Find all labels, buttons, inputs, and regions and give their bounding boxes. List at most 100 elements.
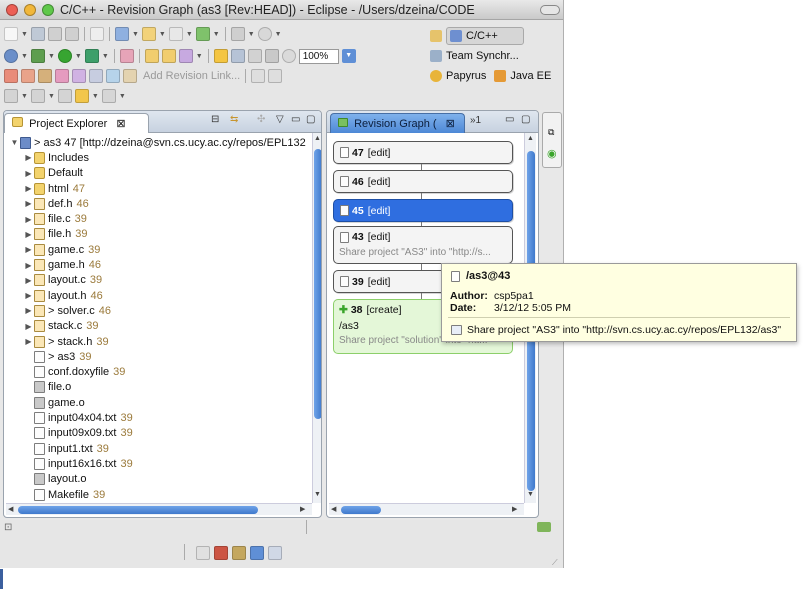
close-icon[interactable]: ⊠ (446, 118, 455, 130)
open-type-icon[interactable] (161, 49, 176, 63)
tree-item[interactable]: file.o (24, 380, 71, 395)
filter-icon[interactable] (72, 69, 86, 83)
chevron-down-icon[interactable]: ▼ (196, 53, 203, 60)
chevron-down-icon[interactable]: ▼ (21, 31, 28, 38)
tree-layout-icon[interactable] (230, 49, 245, 63)
minimize-window-button[interactable] (24, 4, 36, 16)
open-perspective-icon[interactable] (430, 30, 442, 42)
tree-item[interactable]: > as3 39 (24, 349, 91, 364)
revision-link-icon[interactable] (123, 69, 137, 83)
chevron-down-icon[interactable]: ▼ (75, 53, 82, 60)
papyrus-perspective-icon[interactable] (430, 70, 442, 82)
minimize-view-icon[interactable]: ▭ (291, 114, 300, 125)
perspective-team-sync[interactable]: Team Synchr... (430, 46, 560, 66)
scroll-left-icon[interactable]: ◀ (331, 505, 336, 513)
chevron-right-icon[interactable]: ▶ (24, 199, 33, 208)
sync-icon[interactable] (257, 27, 272, 41)
perspective-cpp-button[interactable]: C/C++ (446, 27, 524, 45)
refresh-icon[interactable] (106, 69, 120, 83)
zoom-dropdown-button[interactable]: ▼ (341, 49, 356, 63)
toolbar-toggle-button[interactable] (540, 5, 560, 15)
tree-item[interactable]: input09x09.txt 39 (24, 426, 133, 441)
tree-item[interactable]: ▶ def.h 46 (24, 196, 89, 211)
chevron-right-icon[interactable]: ▶ (24, 215, 33, 224)
chevron-down-icon[interactable]: ▼ (10, 138, 19, 147)
last-edit-icon[interactable] (57, 89, 72, 103)
problems-icon[interactable] (214, 546, 228, 560)
maximize-view-icon[interactable]: ▢ (521, 114, 530, 125)
horizontal-scrollbar[interactable]: ◀ ▶ (329, 503, 524, 515)
chevron-down-icon[interactable]: ▼ (213, 31, 220, 38)
perspective-papyrus-label[interactable]: Papyrus (446, 70, 486, 82)
tab-revision-graph[interactable]: Revision Graph ( ⊠ (330, 113, 465, 133)
merge-icon[interactable] (4, 69, 18, 83)
back-icon[interactable] (74, 89, 89, 103)
scroll-left-icon[interactable]: ◀ (8, 505, 13, 513)
external-tools-icon[interactable] (84, 49, 99, 63)
scroll-up-icon[interactable]: ▲ (527, 135, 534, 142)
tree-item[interactable]: input1.txt 39 (24, 441, 109, 456)
magnifier-icon[interactable] (281, 49, 296, 63)
perspective-javaee-label[interactable]: Java EE (510, 70, 551, 82)
chevron-down-icon[interactable]: ▼ (186, 31, 193, 38)
print-icon[interactable] (64, 27, 79, 41)
export-icon[interactable] (251, 69, 266, 83)
focus-icon[interactable]: ✣ (257, 114, 265, 125)
search-references-icon[interactable] (119, 49, 134, 63)
chevron-down-icon[interactable]: ▼ (275, 31, 282, 38)
new-icon[interactable] (4, 27, 18, 41)
new-class-icon[interactable] (195, 27, 210, 41)
scroll-down-icon[interactable]: ▼ (527, 491, 534, 498)
revision-node[interactable]: 43 [edit] Share project "AS3" into "http… (333, 226, 513, 264)
chevron-down-icon[interactable]: ▼ (119, 93, 126, 100)
link-with-editor-icon[interactable]: ⇆ (230, 114, 238, 125)
tree-item[interactable]: ▶ layout.h 46 (24, 288, 103, 303)
tree-item[interactable]: ▶ file.c 39 (24, 212, 87, 227)
scroll-down-icon[interactable]: ▼ (314, 491, 321, 498)
pencil-icon[interactable] (178, 49, 193, 63)
zoom-level-field[interactable]: 100% (298, 48, 339, 64)
zoom-window-button[interactable] (42, 4, 54, 16)
tag-icon[interactable] (55, 69, 69, 83)
scroll-thumb[interactable] (314, 149, 321, 419)
chevron-down-icon[interactable]: ▼ (132, 31, 139, 38)
tree-item[interactable]: ▶ layout.c 39 (24, 273, 102, 288)
tree-item[interactable]: game.o (24, 395, 85, 410)
vertical-scrollbar[interactable]: ▲ ▼ (312, 133, 321, 503)
compare-icon[interactable] (89, 69, 103, 83)
tree-item[interactable]: ▶ Default (24, 166, 83, 181)
javaee-perspective-icon[interactable] (494, 70, 507, 82)
chevron-down-icon[interactable]: ▼ (48, 93, 55, 100)
view-menu-icon[interactable]: ▽ (276, 114, 284, 125)
maximize-view-icon[interactable]: ▢ (306, 114, 315, 125)
restore-view-icon[interactable] (196, 546, 210, 560)
tree-item[interactable]: ▶ file.h 39 (24, 227, 88, 242)
tree-item[interactable]: ▶ stack.c 39 (24, 319, 98, 334)
tree-item[interactable]: input16x16.txt 39 (24, 456, 133, 471)
tree-root-project[interactable]: ▼ > as3 47 [http://dzeina@svn.cs.ucy.ac.c… (10, 135, 306, 150)
tree-item[interactable]: ▶ game.h 46 (24, 257, 101, 272)
tree-item[interactable]: ▶ > solver.c 46 (24, 303, 111, 318)
chevron-right-icon[interactable]: ▶ (24, 291, 33, 300)
properties-view-icon[interactable] (268, 546, 282, 560)
resize-grip-icon[interactable]: ⟋ (552, 558, 558, 568)
edit-icon[interactable] (264, 49, 279, 63)
scroll-thumb[interactable] (341, 506, 381, 514)
revision-node[interactable]: 47 [edit] (333, 141, 513, 164)
debug-icon[interactable] (30, 49, 45, 63)
binary-icon[interactable] (89, 27, 104, 41)
chevron-down-icon[interactable]: ▼ (102, 53, 109, 60)
chevron-right-icon[interactable]: ▶ (24, 276, 33, 285)
chevron-down-icon[interactable]: ▼ (159, 31, 166, 38)
horizontal-scrollbar[interactable]: ◀ ▶ (6, 503, 312, 515)
chevron-down-icon[interactable]: ▼ (21, 53, 28, 60)
add-revision-link-button[interactable]: Add Revision Link... (143, 70, 240, 82)
revision-node[interactable]: 46 [edit] (333, 170, 513, 193)
tab-project-explorer[interactable]: Project Explorer ⊠ (4, 113, 149, 133)
chevron-right-icon[interactable]: ▶ (24, 322, 33, 331)
revision-node-selected[interactable]: 45 [edit] (333, 199, 513, 222)
tree-item[interactable]: layout.o (24, 472, 87, 487)
more-tabs-button[interactable]: »1 (470, 115, 481, 126)
progress-icon[interactable] (537, 522, 551, 532)
scroll-thumb[interactable] (18, 506, 258, 514)
